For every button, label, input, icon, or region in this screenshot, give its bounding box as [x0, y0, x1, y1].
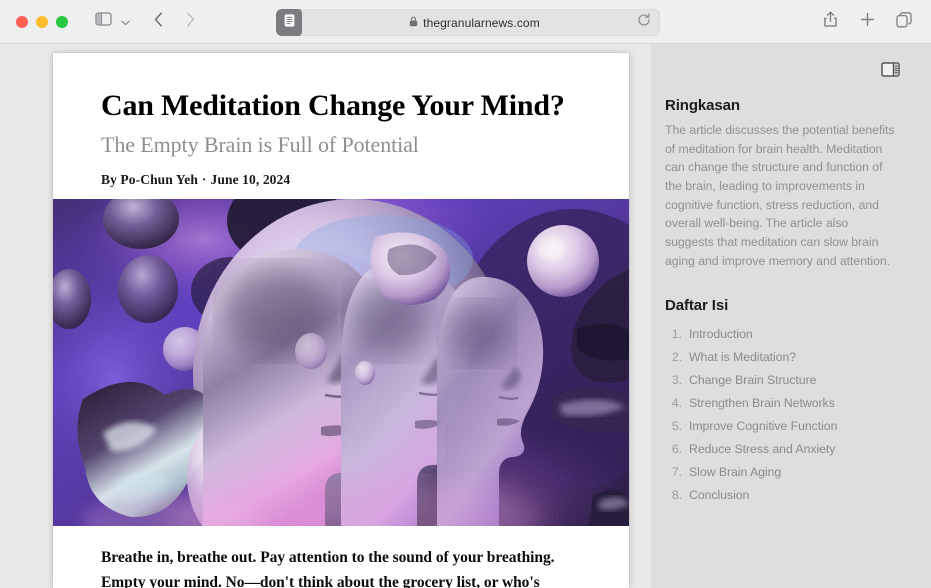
- toc-item-number: 6.: [671, 442, 682, 456]
- lock-icon: [409, 16, 418, 30]
- tab-overview-icon: [896, 11, 912, 33]
- toc-item-number: 5.: [671, 418, 682, 433]
- sidebar-header: [665, 44, 900, 80]
- chevron-down-icon: [120, 13, 130, 31]
- table-of-contents-section: Daftar Isi 1. Introduction 2. What is Medit…: [665, 297, 900, 508]
- toc-item[interactable]: 4. Strengthen Brain Networks: [665, 392, 900, 415]
- toc-item-label: Slow Brain Aging: [689, 465, 782, 480]
- toc-title: Daftar Isi: [665, 296, 729, 314]
- minimize-window-button[interactable]: [36, 15, 48, 28]
- window-controls: [16, 15, 68, 28]
- article-body: Breathe in, breathe out. Pay attention t…: [53, 526, 629, 588]
- url-display: thegranularnews.com: [409, 16, 540, 30]
- toc-item-label: Introduction: [689, 326, 753, 341]
- toc-list: 1. Introduction 2. What is Meditation? 3. Cha…: [665, 323, 900, 508]
- url-input[interactable]: thegranularnews.com: [289, 9, 660, 36]
- reader-sidebar-icon: [880, 61, 900, 82]
- sidebar-options-button[interactable]: [117, 9, 133, 35]
- reader-page: Can Meditation Change Your Mind? The Emp…: [53, 53, 629, 588]
- toc-item-label: Change Brain Structure: [689, 372, 817, 387]
- article-byline: By Po-Chun Yeh · June 10, 2024: [101, 172, 582, 188]
- toc-item-number: 3.: [671, 372, 682, 387]
- article-hero-image: [53, 199, 629, 526]
- back-button[interactable]: [145, 9, 171, 35]
- content-area: Can Meditation Change Your Mind? The Emp…: [0, 44, 931, 588]
- toc-item-label: Conclusion: [689, 488, 750, 503]
- toc-item-label: What is Meditation?: [689, 349, 797, 364]
- browser-window: thegranularnews.com Can Meditation Chang…: [0, 0, 931, 588]
- toc-item[interactable]: 1. Introduction: [665, 323, 900, 346]
- reload-button[interactable]: [635, 13, 652, 32]
- toc-item[interactable]: 5. Improve Cognitive Function: [665, 415, 900, 438]
- byline-separator: ·: [201, 171, 207, 187]
- toc-item[interactable]: 2. What is Meditation?: [665, 346, 900, 369]
- summary-section: Ringkasan The article discusses the pote…: [665, 97, 900, 271]
- toc-item[interactable]: 7. Slow Brain Aging: [665, 461, 900, 484]
- new-tab-button[interactable]: [854, 9, 880, 35]
- share-icon: [823, 11, 838, 33]
- toc-item-number: 7.: [671, 465, 682, 480]
- toc-item[interactable]: 3. Change Brain Structure: [665, 369, 900, 392]
- toolbar-actions: [817, 9, 917, 35]
- byline-date: June 10, 2024: [210, 171, 291, 187]
- toc-item-label: Strengthen Brain Networks: [689, 395, 835, 410]
- tab-overview-button[interactable]: [891, 9, 917, 35]
- toc-item[interactable]: 6. Reduce Stress and Anxiety: [665, 438, 900, 461]
- chevron-right-icon: [186, 11, 195, 32]
- article-header: Can Meditation Change Your Mind? The Emp…: [53, 53, 629, 188]
- reader-sidebar-toggle-button[interactable]: [880, 61, 900, 82]
- toc-item[interactable]: 8. Conclusion: [665, 484, 900, 507]
- reload-icon: [637, 13, 651, 32]
- plus-icon: [860, 12, 875, 32]
- toc-item-number: 2.: [671, 349, 682, 364]
- maximize-window-button[interactable]: [56, 15, 68, 28]
- forward-button[interactable]: [177, 9, 203, 35]
- toc-item-number: 4.: [671, 395, 682, 410]
- chevron-left-icon: [154, 11, 163, 32]
- share-button[interactable]: [817, 9, 843, 35]
- toc-item-label: Reduce Stress and Anxiety: [689, 442, 836, 456]
- browser-toolbar: thegranularnews.com: [0, 0, 931, 44]
- summary-title: Ringkasan: [665, 97, 740, 114]
- toc-item-label: Improve Cognitive Function: [689, 418, 838, 433]
- summary-text: The article discusses the potential bene…: [665, 123, 895, 268]
- byline-author: By Po-Chun Yeh: [101, 171, 198, 187]
- reader-mode-button[interactable]: [276, 9, 302, 36]
- close-window-button[interactable]: [16, 15, 28, 28]
- toc-item-number: 1.: [671, 326, 682, 341]
- article-title: Can Meditation Change Your Mind?: [101, 89, 565, 122]
- article-subtitle: The Empty Brain is Full of Potential: [101, 132, 419, 158]
- address-bar: thegranularnews.com: [276, 9, 660, 36]
- url-text: thegranularnews.com: [423, 15, 540, 30]
- sidebar-toggle-button[interactable]: [90, 9, 116, 35]
- reader-document-icon: [283, 13, 296, 33]
- lede-paragraph: Breathe in, breathe out. Pay attention t…: [101, 549, 555, 588]
- reader-sidebar: Ringkasan The article discusses the pote…: [651, 44, 931, 588]
- toc-item-number: 8.: [671, 488, 682, 503]
- sidebar-icon: [94, 12, 112, 31]
